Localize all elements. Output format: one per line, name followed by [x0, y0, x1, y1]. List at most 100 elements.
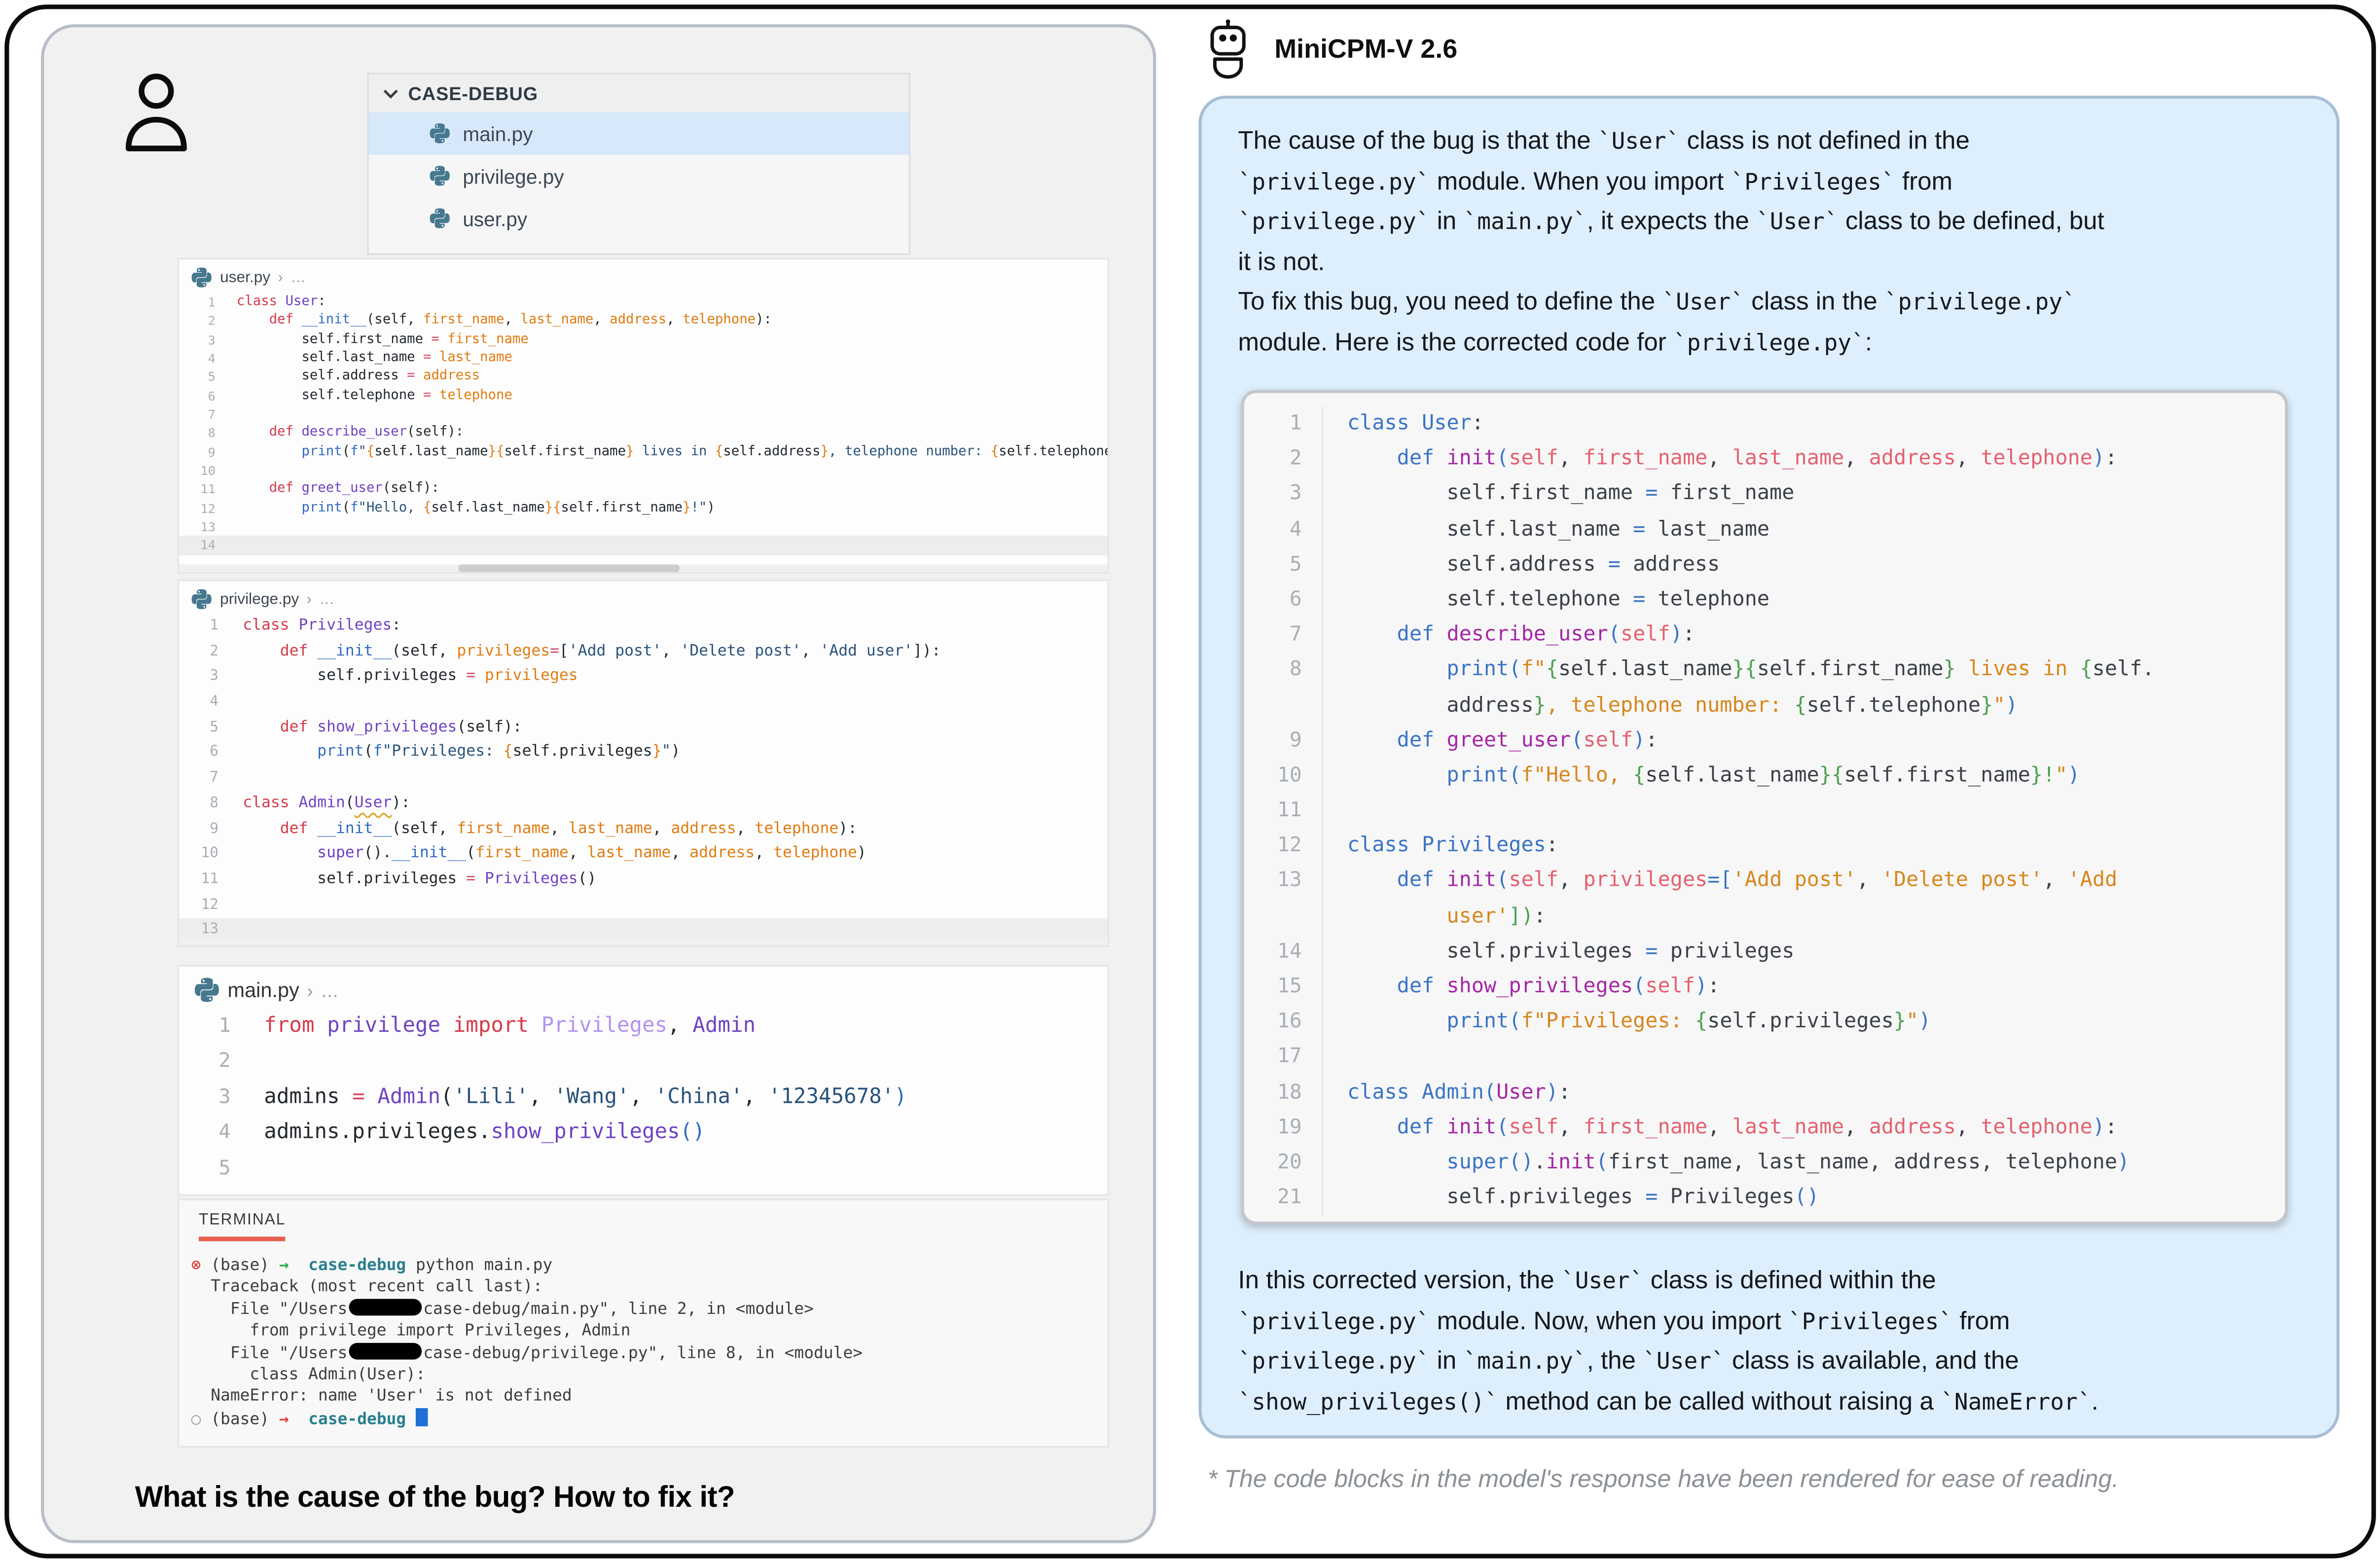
code-line: 2 def __init__(self, first_name, last_na…: [179, 312, 1108, 330]
code-line: 11: [1244, 794, 2285, 829]
code-line: 12: [179, 893, 1108, 918]
code-line: 7 def describe_user(self):: [1244, 618, 2285, 653]
file-name: user.py: [463, 207, 527, 230]
breadcrumb: user.py › …: [179, 259, 1108, 293]
code-line: 12 print(f"Hello, {self.last_name}{self.…: [179, 499, 1108, 517]
terminal-line: ○ (base) → case-debug: [191, 1408, 1099, 1429]
code-line: 1class User:: [179, 293, 1108, 312]
horizontal-scrollbar[interactable]: [179, 564, 1108, 572]
code-line: 1from privilege import Privileges, Admin: [179, 1009, 1108, 1045]
redaction-box: [349, 1343, 422, 1360]
code-line: 2 def init(self, first_name, last_name, …: [1244, 442, 2285, 477]
explorer-file-main.py[interactable]: main.py: [369, 112, 909, 155]
response-text-line: it is not.: [1238, 243, 2306, 282]
footnote-text: * The code blocks in the model's respons…: [1208, 1466, 2119, 1494]
rendered-code-block: 1class User:2 def init(self, first_name,…: [1241, 390, 2288, 1225]
code-line: 10 print(f"Hello, {self.last_name}{self.…: [1244, 759, 2285, 794]
terminal-cursor[interactable]: [416, 1408, 427, 1426]
code-line: 5: [179, 1151, 1108, 1187]
code-line: 6 print(f"Privileges: {self.privileges}"…: [179, 741, 1108, 766]
code-line: 18class Admin(User):: [1244, 1075, 2285, 1110]
terminal-line: NameError: name 'User' is not defined: [191, 1386, 1099, 1408]
code-line: 3 self.first_name = first_name: [1244, 477, 2285, 512]
code-line: 11 self.privileges = Privileges(): [179, 868, 1108, 893]
code-line: 5 self.address = address: [179, 368, 1108, 387]
code-line: 19 def init(self, first_name, last_name,…: [1244, 1110, 2285, 1145]
code-line: 5 def show_privileges(self):: [179, 716, 1108, 741]
code-line: 5 self.address = address: [1244, 547, 2285, 582]
question-text: What is the cause of the bug? How to fix…: [135, 1481, 735, 1516]
breadcrumb-filename: privilege.py: [220, 591, 299, 608]
terminal-line: File "/Userscase-debug/main.py", line 2,…: [191, 1299, 1099, 1320]
code-line: 3 self.privileges = privileges: [179, 665, 1108, 691]
terminal-line: ⊗ (base) → case-debug python main.py: [191, 1255, 1099, 1276]
figure: CASE-DEBUG main.py privilege.py user.py us…: [0, 0, 2380, 1563]
code-line: 11 def greet_user(self):: [179, 480, 1108, 499]
vscode-screenshot-card: CASE-DEBUG main.py privilege.py user.py us…: [41, 24, 1156, 1543]
terminal-tab-label[interactable]: TERMINAL: [199, 1212, 286, 1229]
code-line: 12class Privileges:: [1244, 829, 2285, 864]
user-icon: [120, 70, 193, 152]
response-intro-text: The cause of the bug is that the `User` …: [1238, 121, 2306, 363]
code-area: 1class User:2 def __init__(self, first_n…: [179, 293, 1108, 555]
horizontal-scrollbar[interactable]: [179, 938, 1108, 945]
scrollbar-thumb[interactable]: [458, 564, 681, 572]
terminal-tab-active-indicator: [199, 1236, 285, 1240]
explorer-file-user.py[interactable]: user.py: [369, 197, 909, 240]
code-line: address}, telephone number: {self.teleph…: [1244, 688, 2285, 723]
model-header: MiniCPM-V 2.6: [1202, 18, 1458, 79]
response-text-line: module. Here is the corrected code for `…: [1238, 323, 2306, 363]
code-line: 14 self.privileges = privileges: [1244, 935, 2285, 970]
code-line: 13 def init(self, privileges=['Add post'…: [1244, 864, 2285, 899]
code-line: 17: [1244, 1040, 2285, 1075]
terminal-line: File "/Userscase-debug/privilege.py", li…: [191, 1342, 1099, 1364]
breadcrumb-filename: main.py: [227, 979, 299, 1001]
code-line: 6 self.telephone = telephone: [1244, 582, 2285, 618]
file-name: main.py: [463, 122, 533, 145]
explorer-root-label: CASE-DEBUG: [408, 83, 539, 104]
response-text-line: The cause of the bug is that the `User` …: [1238, 121, 2306, 162]
terminal-line: class Admin(User):: [191, 1364, 1099, 1386]
code-line: 1class User:: [1244, 407, 2285, 442]
response-text-line: `privilege.py` module. Now, when you imp…: [1238, 1302, 2306, 1342]
python-icon: [430, 123, 451, 144]
editor-privilege-py: privilege.py › … 1class Privileges:2 def…: [178, 580, 1109, 947]
code-line: 4 self.last_name = last_name: [179, 349, 1108, 368]
code-line: 13: [179, 517, 1108, 536]
model-response-bubble: The cause of the bug is that the `User` …: [1198, 96, 2340, 1439]
response-text-line: `privilege.py` in `main.py`, the `User` …: [1238, 1342, 2306, 1382]
code-line: 1class Privileges:: [179, 615, 1108, 640]
code-line: 9 def greet_user(self):: [1244, 724, 2285, 759]
code-line: 4 self.last_name = last_name: [1244, 512, 2285, 547]
code-line: 9 print(f"{self.last_name}{self.first_na…: [179, 443, 1108, 462]
python-icon: [194, 977, 220, 1003]
editor-user-py: user.py › … 1class User:2 def __init__(s…: [178, 258, 1109, 574]
code-line: 2 def __init__(self, privileges=['Add po…: [179, 640, 1108, 665]
code-line: 8 print(f"{self.last_name}{self.first_na…: [1244, 653, 2285, 688]
code-line: 10 super().__init__(first_name, last_nam…: [179, 842, 1108, 868]
terminal-panel: TERMINAL ⊗ (base) → case-debug python ma…: [178, 1199, 1109, 1448]
explorer-file-list: main.py privilege.py user.py: [369, 112, 909, 240]
code-line: 15 def show_privileges(self):: [1244, 970, 2285, 1005]
robot-icon: [1202, 18, 1257, 79]
response-text-line: To fix this bug, you need to define the …: [1238, 282, 2306, 323]
response-text-line: In this corrected version, the `User` cl…: [1238, 1261, 2306, 1302]
chevron-down-icon: [382, 87, 399, 100]
model-name: MiniCPM-V 2.6: [1274, 33, 1457, 65]
code-line: 7: [179, 405, 1108, 424]
code-line: user']):: [1244, 899, 2285, 934]
python-icon: [430, 208, 451, 229]
code-line: 9 def __init__(self, first_name, last_na…: [179, 817, 1108, 842]
explorer-file-privilege.py[interactable]: privilege.py: [369, 155, 909, 197]
code-line: 20 super().init(first_name, last_name, a…: [1244, 1146, 2285, 1181]
breadcrumb: main.py › …: [179, 967, 1108, 1009]
code-line: 10: [179, 462, 1108, 480]
code-line: 8class Admin(User):: [179, 792, 1108, 817]
code-area: 1from privilege import Privileges, Admin…: [179, 1009, 1108, 1187]
code-line: 7: [179, 766, 1108, 792]
python-icon: [191, 267, 213, 288]
explorer-root-folder[interactable]: CASE-DEBUG: [369, 74, 909, 112]
breadcrumb-filename: user.py: [220, 269, 270, 286]
code-line: 16 print(f"Privileges: {self.privileges}…: [1244, 1005, 2285, 1040]
code-line: 6 self.telephone = telephone: [179, 387, 1108, 405]
